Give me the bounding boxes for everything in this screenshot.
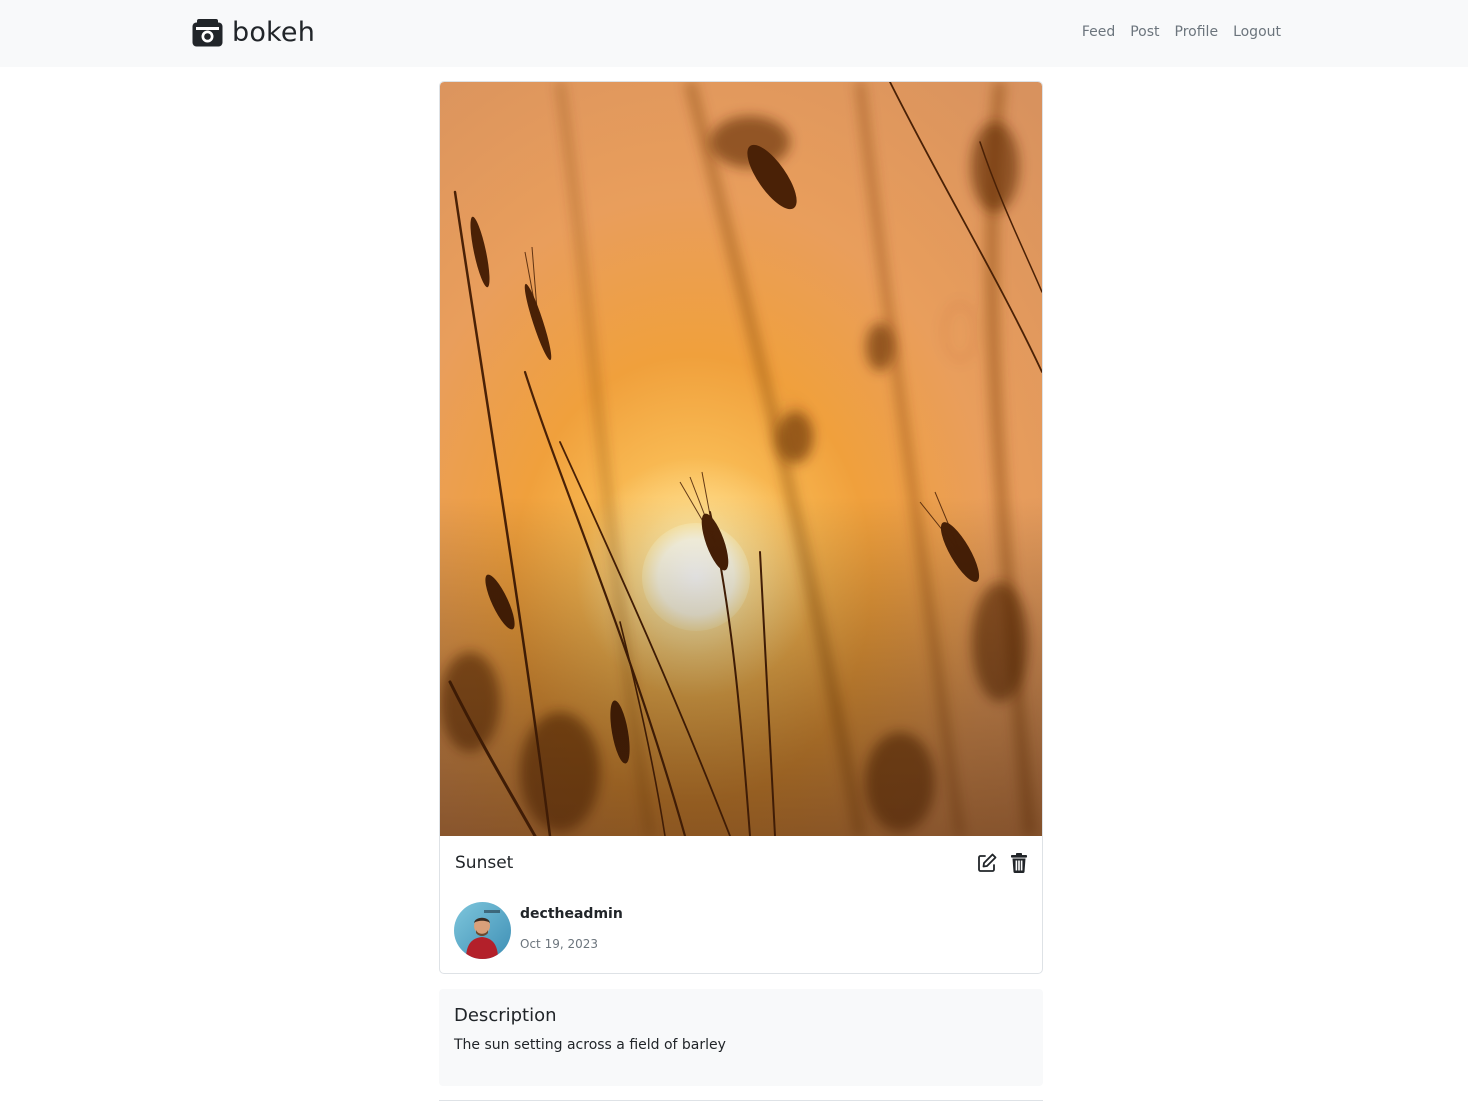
nav-link-post[interactable]: Post [1130,22,1159,42]
top-navbar: bokeh Feed Post Profile Logout [0,0,1468,67]
edit-icon[interactable] [976,852,998,874]
nav-links: Feed Post Profile Logout [1082,22,1281,42]
user-avatar[interactable] [454,902,511,959]
trash-icon[interactable] [1008,852,1030,874]
camera-icon [192,19,223,47]
brand-name: bokeh [232,17,316,48]
brand-link[interactable]: bokeh [192,16,315,50]
post-date: Oct 19, 2023 [520,937,598,951]
author-username[interactable]: dectheadmin [520,904,623,924]
post-card: Sunset dectheadmin Oct 19, 2023 [439,81,1043,974]
post-title: Sunset [455,853,514,873]
description-text: The sun setting across a field of barley [454,1037,726,1053]
post-photo [440,82,1042,836]
nav-link-feed[interactable]: Feed [1082,22,1115,42]
nav-link-logout[interactable]: Logout [1233,22,1281,42]
divider [439,1100,1043,1101]
description-box: Description The sun setting across a fie… [439,989,1043,1086]
nav-link-profile[interactable]: Profile [1175,22,1219,42]
description-heading: Description [454,1005,557,1026]
